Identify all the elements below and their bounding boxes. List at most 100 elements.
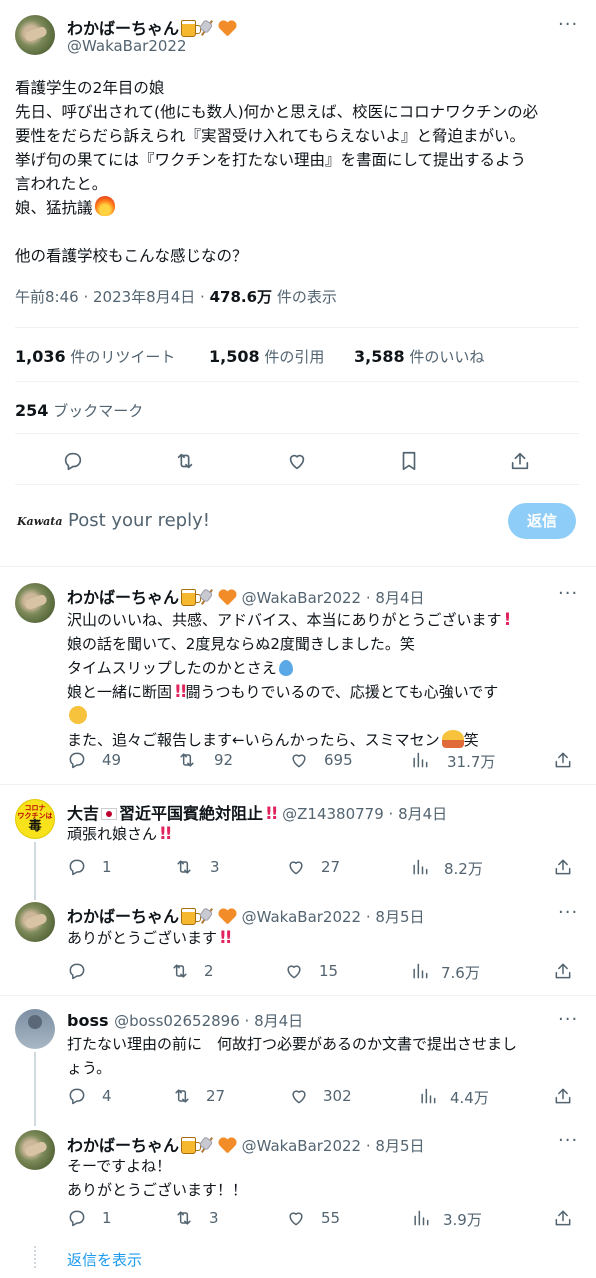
reply-handle[interactable]: @WakaBar2022 · 8月5日 <box>242 1137 425 1155</box>
share-icon[interactable] <box>553 1086 575 1108</box>
reply-text: 頑張れ娘さん!! <box>67 824 172 844</box>
like-icon[interactable] <box>289 750 311 772</box>
double-exclamation-icon: !! <box>219 928 232 948</box>
dotted-thread-connector <box>34 1246 36 1268</box>
reply-author[interactable]: わかばーちゃん @WakaBar2022 · 8月4日 <box>67 584 425 608</box>
skewer-emoji-icon <box>198 907 216 925</box>
more-icon[interactable]: ··· <box>558 14 578 35</box>
avatar[interactable] <box>15 1130 55 1170</box>
bowing-emoji-icon <box>441 730 464 748</box>
retweet-count: 3 <box>209 1209 219 1227</box>
reply-handle[interactable]: @Z14380779 · 8月4日 <box>282 805 447 823</box>
share-icon[interactable] <box>553 961 575 983</box>
reply-handle[interactable]: @boss02652896 · 8月4日 <box>114 1012 303 1030</box>
views-icon[interactable] <box>410 961 432 983</box>
skewer-emoji-icon <box>198 1136 216 1154</box>
more-icon[interactable]: ··· <box>558 1009 578 1030</box>
views-icon[interactable] <box>410 857 432 879</box>
japan-flag-icon <box>101 808 118 820</box>
skewer-emoji-icon <box>198 588 216 606</box>
more-icon[interactable]: ··· <box>558 902 578 923</box>
avatar[interactable] <box>15 583 55 623</box>
reply-author[interactable]: 大吉 習近平国賓絶対阻止!! @Z14380779 · 8月4日 <box>67 800 447 824</box>
thread-line <box>34 842 36 900</box>
user-avatar-signature: Kawata <box>17 515 63 528</box>
views-count: 8.2万 <box>444 860 483 878</box>
reply-icon[interactable] <box>67 750 89 772</box>
share-icon[interactable] <box>553 750 575 772</box>
views-icon[interactable] <box>410 750 432 772</box>
reply-icon[interactable] <box>67 1086 89 1108</box>
double-exclamation-icon: !! <box>265 804 278 824</box>
like-count: 15 <box>319 962 339 980</box>
divider <box>15 433 579 434</box>
tweet-line: 看護学生の2年目の娘 <box>15 79 165 97</box>
reply-count: 1 <box>102 858 112 876</box>
reply-handle[interactable]: @WakaBar2022 · 8月5日 <box>242 908 425 926</box>
share-icon[interactable] <box>553 1208 575 1230</box>
views-count: 3.9万 <box>443 1211 482 1229</box>
retweet-count: 92 <box>214 751 234 769</box>
exclamation-emoji-icon: ! <box>503 610 512 630</box>
show-replies-link[interactable]: 返信を表示 <box>67 1249 142 1270</box>
double-exclamation-icon: !! <box>159 824 172 844</box>
reply-count: 1 <box>102 1209 112 1227</box>
more-icon[interactable]: ··· <box>558 1130 578 1151</box>
reply-icon[interactable] <box>67 857 89 879</box>
views-count: 7.6万 <box>441 964 480 982</box>
reply-text: 沢山のいいね、共感、アドバイス、本当にありがとうございます! 娘の話を聞いて、2… <box>67 610 512 749</box>
retweet-icon[interactable] <box>170 961 192 983</box>
avatar[interactable] <box>15 902 55 942</box>
bookmark-stat[interactable]: 254 ブックマーク <box>15 400 143 421</box>
retweet-icon[interactable] <box>172 1086 194 1108</box>
views-icon[interactable] <box>418 1086 440 1108</box>
author-name[interactable]: わかばーちゃん <box>67 15 236 39</box>
retweet-icon[interactable] <box>174 450 196 472</box>
like-icon[interactable] <box>286 857 308 879</box>
views-count: 4.4万 <box>450 1089 489 1107</box>
like-icon[interactable] <box>286 1208 308 1230</box>
reply-text: ありがとうございます!! <box>67 928 232 948</box>
retweet-stat[interactable]: 1,036 件のリツイート <box>15 346 175 367</box>
author-avatar[interactable] <box>15 15 55 55</box>
views-icon[interactable] <box>411 1208 433 1230</box>
reply-icon[interactable] <box>62 450 84 472</box>
share-icon[interactable] <box>553 857 575 879</box>
retweet-count: 3 <box>210 858 220 876</box>
reply-text: 打たない理由の前に 何故打つ必要があるのか文書で提出させまし ょう。 <box>67 1035 518 1077</box>
reply-author[interactable]: わかばーちゃん @WakaBar2022 · 8月5日 <box>67 903 425 927</box>
like-count: 55 <box>321 1209 341 1227</box>
divider <box>0 995 596 996</box>
double-exclamation-icon: !! <box>174 682 187 702</box>
reply-handle[interactable]: @WakaBar2022 · 8月4日 <box>242 589 425 607</box>
share-icon[interactable] <box>509 450 531 472</box>
avatar[interactable]: コロナ ワクチンは 毒 <box>15 799 55 839</box>
reply-icon[interactable] <box>67 1208 89 1230</box>
like-icon[interactable] <box>286 450 308 472</box>
retweet-count: 2 <box>204 962 214 980</box>
like-stat[interactable]: 3,588 件のいいね <box>354 346 484 367</box>
face-emoji-icon <box>69 706 87 724</box>
reply-author[interactable]: わかばーちゃん @WakaBar2022 · 8月5日 <box>67 1132 425 1156</box>
avatar[interactable] <box>15 1009 55 1049</box>
tweet-line <box>15 220 585 244</box>
retweet-icon[interactable] <box>174 1208 196 1230</box>
like-icon[interactable] <box>284 961 306 983</box>
like-icon[interactable] <box>289 1086 311 1108</box>
like-count: 27 <box>321 858 341 876</box>
retweet-icon[interactable] <box>174 857 196 879</box>
orange-heart-emoji-icon <box>218 1138 236 1154</box>
divider <box>15 381 579 382</box>
author-handle[interactable]: @WakaBar2022 <box>67 37 187 55</box>
reply-icon[interactable] <box>67 961 89 983</box>
orange-heart-emoji-icon <box>218 590 236 606</box>
retweet-count: 27 <box>206 1087 226 1105</box>
retweet-icon[interactable] <box>177 750 199 772</box>
more-icon[interactable]: ··· <box>558 583 578 604</box>
reply-input[interactable]: Post your reply! <box>68 510 210 531</box>
quote-stat[interactable]: 1,508 件の引用 <box>209 346 324 367</box>
bookmark-icon[interactable] <box>398 450 420 472</box>
reply-author[interactable]: boss @boss02652896 · 8月4日 <box>67 1010 303 1031</box>
reply-button[interactable]: 返信 <box>508 503 576 539</box>
tweet-timestamp[interactable]: 午前8:46 · 2023年8月4日 · 478.6万 件の表示 <box>15 286 337 307</box>
